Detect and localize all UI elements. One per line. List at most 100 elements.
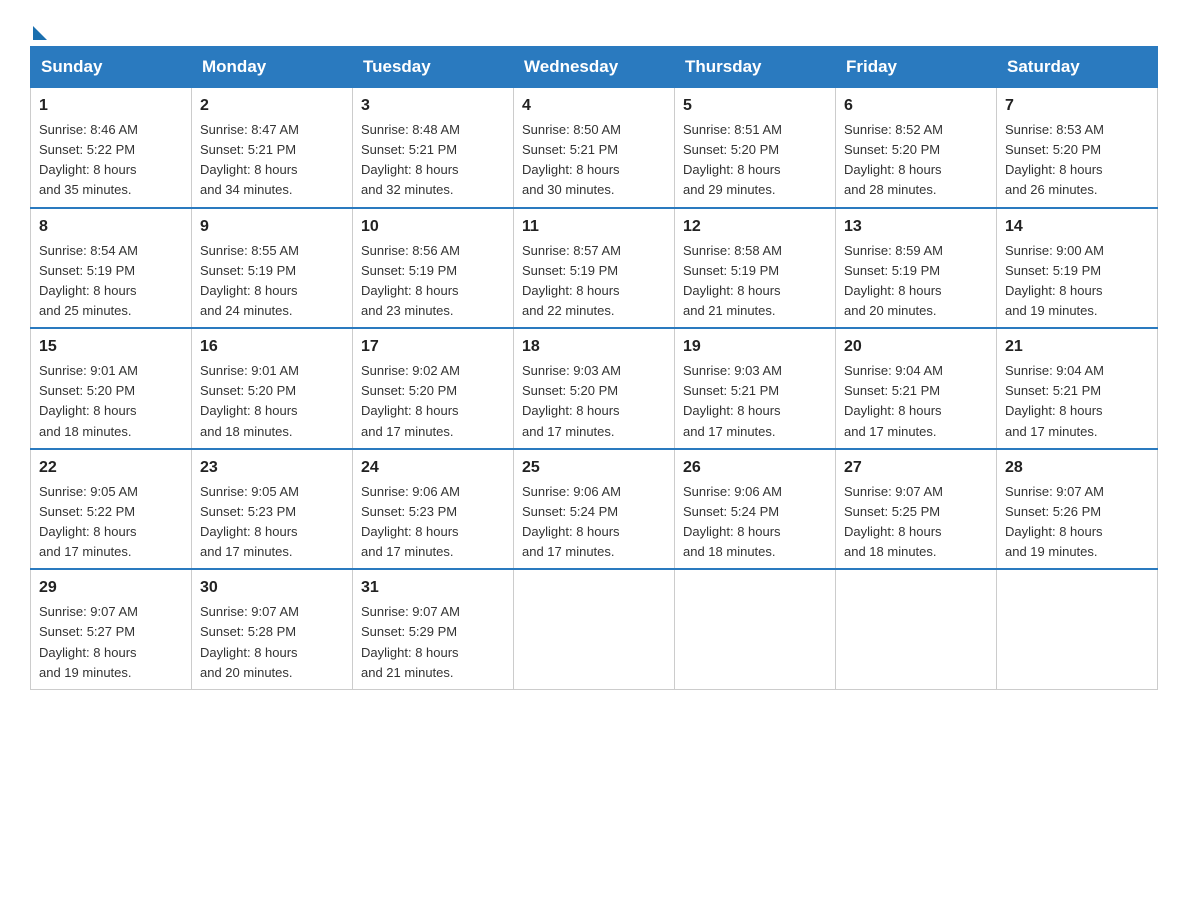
weekday-header-saturday: Saturday bbox=[997, 47, 1158, 88]
day-info: Sunrise: 9:00 AMSunset: 5:19 PMDaylight:… bbox=[1005, 241, 1149, 322]
calendar-cell: 27Sunrise: 9:07 AMSunset: 5:25 PMDayligh… bbox=[836, 449, 997, 570]
day-info: Sunrise: 9:03 AMSunset: 5:21 PMDaylight:… bbox=[683, 361, 827, 442]
week-row-5: 29Sunrise: 9:07 AMSunset: 5:27 PMDayligh… bbox=[31, 569, 1158, 689]
day-info: Sunrise: 9:02 AMSunset: 5:20 PMDaylight:… bbox=[361, 361, 505, 442]
day-number: 23 bbox=[200, 456, 344, 480]
calendar-cell bbox=[675, 569, 836, 689]
day-info: Sunrise: 9:01 AMSunset: 5:20 PMDaylight:… bbox=[200, 361, 344, 442]
day-number: 20 bbox=[844, 335, 988, 359]
weekday-header-sunday: Sunday bbox=[31, 47, 192, 88]
day-number: 28 bbox=[1005, 456, 1149, 480]
day-number: 9 bbox=[200, 215, 344, 239]
calendar-cell: 15Sunrise: 9:01 AMSunset: 5:20 PMDayligh… bbox=[31, 328, 192, 449]
day-info: Sunrise: 9:01 AMSunset: 5:20 PMDaylight:… bbox=[39, 361, 183, 442]
day-info: Sunrise: 8:58 AMSunset: 5:19 PMDaylight:… bbox=[683, 241, 827, 322]
day-info: Sunrise: 9:03 AMSunset: 5:20 PMDaylight:… bbox=[522, 361, 666, 442]
day-number: 18 bbox=[522, 335, 666, 359]
calendar-cell: 28Sunrise: 9:07 AMSunset: 5:26 PMDayligh… bbox=[997, 449, 1158, 570]
calendar-cell: 26Sunrise: 9:06 AMSunset: 5:24 PMDayligh… bbox=[675, 449, 836, 570]
calendar-cell: 13Sunrise: 8:59 AMSunset: 5:19 PMDayligh… bbox=[836, 208, 997, 329]
day-number: 8 bbox=[39, 215, 183, 239]
day-info: Sunrise: 9:06 AMSunset: 5:24 PMDaylight:… bbox=[522, 482, 666, 563]
day-info: Sunrise: 8:50 AMSunset: 5:21 PMDaylight:… bbox=[522, 120, 666, 201]
day-number: 16 bbox=[200, 335, 344, 359]
calendar-cell: 10Sunrise: 8:56 AMSunset: 5:19 PMDayligh… bbox=[353, 208, 514, 329]
calendar-cell: 11Sunrise: 8:57 AMSunset: 5:19 PMDayligh… bbox=[514, 208, 675, 329]
calendar-cell: 1Sunrise: 8:46 AMSunset: 5:22 PMDaylight… bbox=[31, 88, 192, 208]
day-info: Sunrise: 9:07 AMSunset: 5:27 PMDaylight:… bbox=[39, 602, 183, 683]
calendar-cell: 18Sunrise: 9:03 AMSunset: 5:20 PMDayligh… bbox=[514, 328, 675, 449]
calendar-cell: 29Sunrise: 9:07 AMSunset: 5:27 PMDayligh… bbox=[31, 569, 192, 689]
day-info: Sunrise: 8:54 AMSunset: 5:19 PMDaylight:… bbox=[39, 241, 183, 322]
day-number: 6 bbox=[844, 94, 988, 118]
day-number: 27 bbox=[844, 456, 988, 480]
day-info: Sunrise: 9:06 AMSunset: 5:24 PMDaylight:… bbox=[683, 482, 827, 563]
logo-arrow-icon bbox=[33, 26, 47, 40]
day-info: Sunrise: 9:05 AMSunset: 5:22 PMDaylight:… bbox=[39, 482, 183, 563]
day-info: Sunrise: 8:59 AMSunset: 5:19 PMDaylight:… bbox=[844, 241, 988, 322]
calendar-cell: 30Sunrise: 9:07 AMSunset: 5:28 PMDayligh… bbox=[192, 569, 353, 689]
day-info: Sunrise: 8:47 AMSunset: 5:21 PMDaylight:… bbox=[200, 120, 344, 201]
day-number: 5 bbox=[683, 94, 827, 118]
calendar-table: SundayMondayTuesdayWednesdayThursdayFrid… bbox=[30, 46, 1158, 690]
day-info: Sunrise: 8:52 AMSunset: 5:20 PMDaylight:… bbox=[844, 120, 988, 201]
page-header bbox=[30, 20, 1158, 36]
day-info: Sunrise: 8:57 AMSunset: 5:19 PMDaylight:… bbox=[522, 241, 666, 322]
calendar-cell bbox=[514, 569, 675, 689]
calendar-cell: 23Sunrise: 9:05 AMSunset: 5:23 PMDayligh… bbox=[192, 449, 353, 570]
day-number: 2 bbox=[200, 94, 344, 118]
weekday-header-friday: Friday bbox=[836, 47, 997, 88]
calendar-cell: 20Sunrise: 9:04 AMSunset: 5:21 PMDayligh… bbox=[836, 328, 997, 449]
day-info: Sunrise: 9:07 AMSunset: 5:29 PMDaylight:… bbox=[361, 602, 505, 683]
day-number: 29 bbox=[39, 576, 183, 600]
day-info: Sunrise: 9:07 AMSunset: 5:26 PMDaylight:… bbox=[1005, 482, 1149, 563]
day-info: Sunrise: 9:04 AMSunset: 5:21 PMDaylight:… bbox=[844, 361, 988, 442]
day-number: 11 bbox=[522, 215, 666, 239]
calendar-cell: 5Sunrise: 8:51 AMSunset: 5:20 PMDaylight… bbox=[675, 88, 836, 208]
day-number: 4 bbox=[522, 94, 666, 118]
calendar-cell: 14Sunrise: 9:00 AMSunset: 5:19 PMDayligh… bbox=[997, 208, 1158, 329]
calendar-cell: 31Sunrise: 9:07 AMSunset: 5:29 PMDayligh… bbox=[353, 569, 514, 689]
week-row-1: 1Sunrise: 8:46 AMSunset: 5:22 PMDaylight… bbox=[31, 88, 1158, 208]
day-number: 7 bbox=[1005, 94, 1149, 118]
day-info: Sunrise: 9:05 AMSunset: 5:23 PMDaylight:… bbox=[200, 482, 344, 563]
calendar-cell: 9Sunrise: 8:55 AMSunset: 5:19 PMDaylight… bbox=[192, 208, 353, 329]
weekday-header-row: SundayMondayTuesdayWednesdayThursdayFrid… bbox=[31, 47, 1158, 88]
calendar-cell: 8Sunrise: 8:54 AMSunset: 5:19 PMDaylight… bbox=[31, 208, 192, 329]
day-info: Sunrise: 8:53 AMSunset: 5:20 PMDaylight:… bbox=[1005, 120, 1149, 201]
day-info: Sunrise: 8:55 AMSunset: 5:19 PMDaylight:… bbox=[200, 241, 344, 322]
week-row-3: 15Sunrise: 9:01 AMSunset: 5:20 PMDayligh… bbox=[31, 328, 1158, 449]
calendar-cell bbox=[997, 569, 1158, 689]
day-info: Sunrise: 8:48 AMSunset: 5:21 PMDaylight:… bbox=[361, 120, 505, 201]
week-row-2: 8Sunrise: 8:54 AMSunset: 5:19 PMDaylight… bbox=[31, 208, 1158, 329]
day-number: 22 bbox=[39, 456, 183, 480]
calendar-cell: 12Sunrise: 8:58 AMSunset: 5:19 PMDayligh… bbox=[675, 208, 836, 329]
calendar-cell: 22Sunrise: 9:05 AMSunset: 5:22 PMDayligh… bbox=[31, 449, 192, 570]
day-number: 10 bbox=[361, 215, 505, 239]
weekday-header-wednesday: Wednesday bbox=[514, 47, 675, 88]
day-number: 24 bbox=[361, 456, 505, 480]
day-number: 19 bbox=[683, 335, 827, 359]
day-number: 14 bbox=[1005, 215, 1149, 239]
weekday-header-tuesday: Tuesday bbox=[353, 47, 514, 88]
weekday-header-thursday: Thursday bbox=[675, 47, 836, 88]
day-number: 25 bbox=[522, 456, 666, 480]
day-number: 1 bbox=[39, 94, 183, 118]
calendar-cell: 21Sunrise: 9:04 AMSunset: 5:21 PMDayligh… bbox=[997, 328, 1158, 449]
day-number: 15 bbox=[39, 335, 183, 359]
day-info: Sunrise: 9:06 AMSunset: 5:23 PMDaylight:… bbox=[361, 482, 505, 563]
day-info: Sunrise: 9:07 AMSunset: 5:28 PMDaylight:… bbox=[200, 602, 344, 683]
day-number: 17 bbox=[361, 335, 505, 359]
week-row-4: 22Sunrise: 9:05 AMSunset: 5:22 PMDayligh… bbox=[31, 449, 1158, 570]
calendar-cell bbox=[836, 569, 997, 689]
day-info: Sunrise: 8:51 AMSunset: 5:20 PMDaylight:… bbox=[683, 120, 827, 201]
calendar-cell: 7Sunrise: 8:53 AMSunset: 5:20 PMDaylight… bbox=[997, 88, 1158, 208]
calendar-cell: 25Sunrise: 9:06 AMSunset: 5:24 PMDayligh… bbox=[514, 449, 675, 570]
calendar-cell: 6Sunrise: 8:52 AMSunset: 5:20 PMDaylight… bbox=[836, 88, 997, 208]
calendar-cell: 2Sunrise: 8:47 AMSunset: 5:21 PMDaylight… bbox=[192, 88, 353, 208]
day-number: 12 bbox=[683, 215, 827, 239]
day-info: Sunrise: 8:56 AMSunset: 5:19 PMDaylight:… bbox=[361, 241, 505, 322]
day-info: Sunrise: 9:07 AMSunset: 5:25 PMDaylight:… bbox=[844, 482, 988, 563]
day-number: 30 bbox=[200, 576, 344, 600]
day-number: 13 bbox=[844, 215, 988, 239]
